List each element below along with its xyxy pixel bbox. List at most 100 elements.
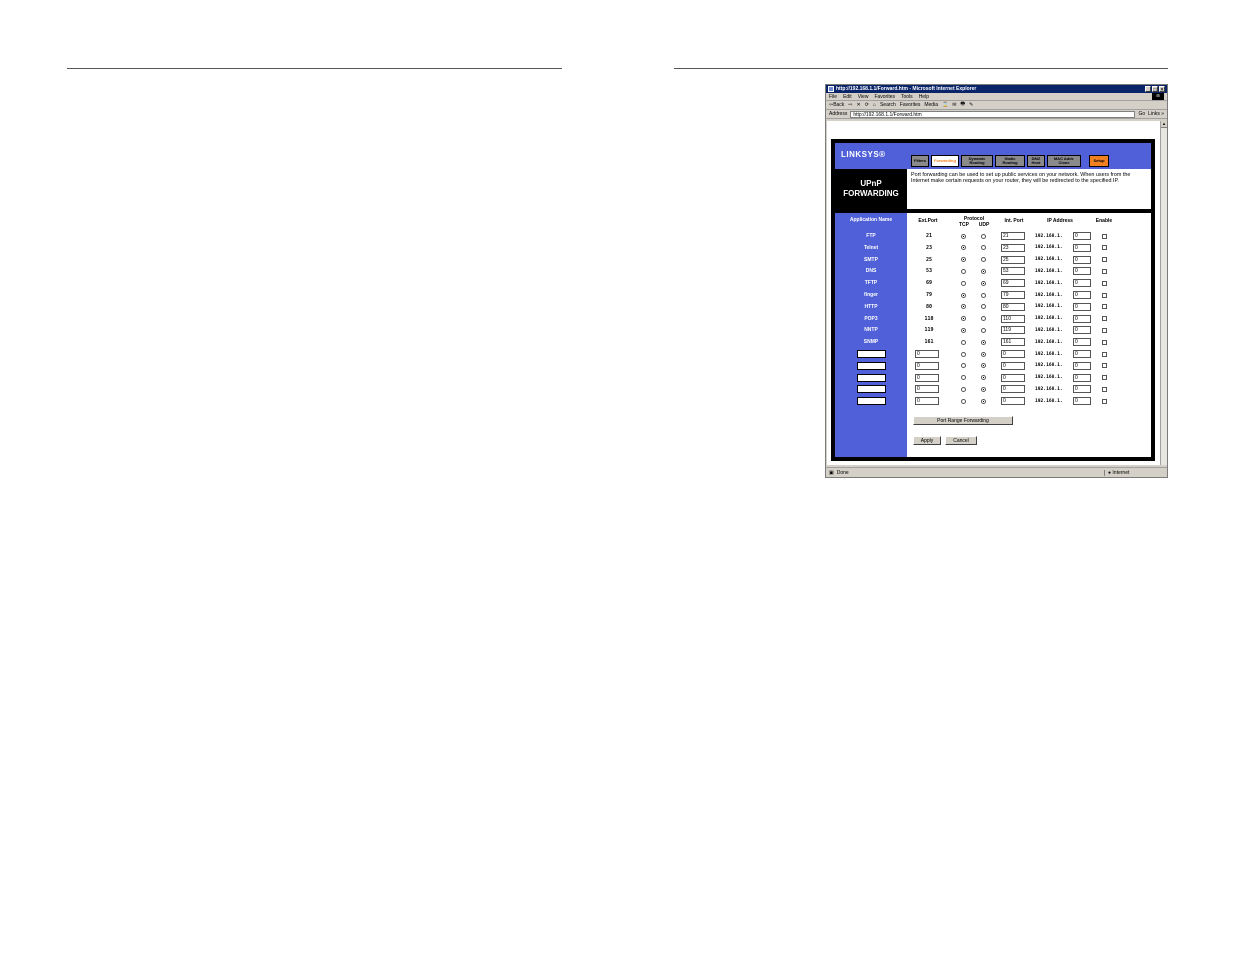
enable-checkbox[interactable]: [1102, 386, 1107, 392]
enable-checkbox[interactable]: [1102, 233, 1107, 239]
tcp-radio[interactable]: [961, 233, 966, 239]
int-port-input[interactable]: 119: [1001, 326, 1025, 335]
ip-last-octet-input[interactable]: 0: [1073, 361, 1091, 370]
udp-radio[interactable]: [981, 316, 986, 322]
tcp-radio[interactable]: [961, 398, 966, 404]
vertical-scrollbar[interactable]: ▲: [1160, 121, 1167, 465]
app-name-input[interactable]: [857, 373, 886, 382]
app-name-input[interactable]: [857, 350, 886, 358]
menu-edit[interactable]: Edit: [843, 94, 852, 100]
minimize-icon[interactable]: _: [1145, 86, 1151, 93]
ip-last-octet-input[interactable]: 0: [1073, 397, 1091, 406]
tcp-radio[interactable]: [961, 280, 966, 286]
tcp-radio[interactable]: [961, 304, 966, 310]
ext-port-input[interactable]: 0: [915, 373, 939, 382]
app-name-input[interactable]: [857, 397, 886, 406]
udp-radio[interactable]: [981, 363, 986, 369]
enable-checkbox[interactable]: [1102, 257, 1107, 263]
ip-last-octet-input[interactable]: 0: [1073, 255, 1091, 264]
tcp-radio[interactable]: [961, 245, 966, 251]
favorites-button[interactable]: Favorites: [900, 102, 921, 108]
int-port-input[interactable]: 80: [1001, 302, 1025, 311]
int-port-input[interactable]: 0: [1001, 397, 1025, 406]
ip-last-octet-input[interactable]: 0: [1073, 302, 1091, 311]
mail-icon[interactable]: ✉: [952, 102, 956, 108]
udp-radio[interactable]: [981, 398, 986, 404]
ip-last-octet-input[interactable]: 0: [1073, 243, 1091, 252]
udp-radio[interactable]: [981, 351, 986, 357]
menu-help[interactable]: Help: [919, 94, 929, 100]
search-button[interactable]: Search: [880, 102, 896, 108]
tab-setup[interactable]: Setup: [1089, 155, 1109, 167]
maximize-icon[interactable]: □: [1152, 86, 1158, 93]
cancel-button[interactable]: Cancel: [945, 436, 977, 445]
tab-filters[interactable]: Filters: [911, 155, 929, 167]
enable-checkbox[interactable]: [1102, 339, 1107, 345]
int-port-input[interactable]: 21: [1001, 232, 1025, 240]
menu-favorites[interactable]: Favorites: [874, 94, 895, 100]
udp-radio[interactable]: [981, 257, 986, 263]
ext-port-input[interactable]: 0: [915, 361, 939, 370]
udp-radio[interactable]: [981, 268, 986, 274]
ip-last-octet-input[interactable]: 0: [1073, 279, 1091, 288]
tab-dmz-host[interactable]: DMZ Host: [1027, 155, 1045, 167]
int-port-input[interactable]: 0: [1001, 361, 1025, 370]
ip-last-octet-input[interactable]: 0: [1073, 267, 1091, 276]
int-port-input[interactable]: 69: [1001, 279, 1025, 288]
tcp-radio[interactable]: [961, 351, 966, 357]
int-port-input[interactable]: 0: [1001, 350, 1025, 358]
enable-checkbox[interactable]: [1102, 327, 1107, 333]
enable-checkbox[interactable]: [1102, 351, 1107, 357]
go-button[interactable]: Go: [1138, 111, 1145, 117]
enable-checkbox[interactable]: [1102, 375, 1107, 381]
ip-last-octet-input[interactable]: 0: [1073, 291, 1091, 299]
udp-radio[interactable]: [981, 245, 986, 251]
print-icon[interactable]: 🖶: [960, 101, 965, 109]
forward-button[interactable]: ⇨: [848, 102, 852, 108]
ext-port-input[interactable]: 0: [915, 397, 939, 406]
links-button[interactable]: Links »: [1148, 111, 1164, 117]
tcp-radio[interactable]: [961, 316, 966, 322]
int-port-input[interactable]: 110: [1001, 314, 1025, 323]
udp-radio[interactable]: [981, 327, 986, 333]
ext-port-input[interactable]: 0: [915, 350, 939, 358]
ip-last-octet-input[interactable]: 0: [1073, 326, 1091, 335]
menu-file[interactable]: File: [829, 94, 837, 100]
tcp-radio[interactable]: [961, 327, 966, 333]
stop-icon[interactable]: ✕: [857, 102, 861, 108]
ip-last-octet-input[interactable]: 0: [1073, 373, 1091, 382]
ip-last-octet-input[interactable]: 0: [1073, 232, 1091, 240]
app-name-input[interactable]: [857, 361, 886, 370]
enable-checkbox[interactable]: [1102, 280, 1107, 286]
tab-static-routing[interactable]: Static Routing: [995, 155, 1025, 167]
tcp-radio[interactable]: [961, 375, 966, 381]
enable-checkbox[interactable]: [1102, 292, 1107, 298]
enable-checkbox[interactable]: [1102, 304, 1107, 310]
tcp-radio[interactable]: [961, 292, 966, 298]
enable-checkbox[interactable]: [1102, 363, 1107, 369]
media-button[interactable]: Media: [924, 102, 938, 108]
enable-checkbox[interactable]: [1102, 398, 1107, 404]
udp-radio[interactable]: [981, 304, 986, 310]
edit-icon[interactable]: ✎: [969, 102, 973, 108]
tab-mac-addr-clone[interactable]: MAC Addr. Clone: [1047, 155, 1081, 167]
ext-port-input[interactable]: 0: [915, 385, 939, 394]
udp-radio[interactable]: [981, 339, 986, 345]
int-port-input[interactable]: 0: [1001, 385, 1025, 394]
tcp-radio[interactable]: [961, 386, 966, 392]
tab-dynamic-routing[interactable]: Dynamic Routing: [961, 155, 993, 167]
int-port-input[interactable]: 53: [1001, 267, 1025, 276]
udp-radio[interactable]: [981, 386, 986, 392]
address-input[interactable]: http://192.168.1.1/Forward.htm: [850, 110, 1136, 118]
back-button[interactable]: ⇦Back: [829, 102, 844, 108]
ip-last-octet-input[interactable]: 0: [1073, 338, 1091, 347]
refresh-icon[interactable]: ⟳: [865, 102, 869, 108]
home-icon[interactable]: ⌂: [873, 102, 876, 108]
close-icon[interactable]: ×: [1159, 86, 1165, 93]
int-port-input[interactable]: 79: [1001, 291, 1025, 299]
enable-checkbox[interactable]: [1102, 268, 1107, 274]
tab-forwarding[interactable]: Forwarding: [931, 155, 959, 167]
ip-last-octet-input[interactable]: 0: [1073, 314, 1091, 323]
apply-button[interactable]: Apply: [913, 436, 941, 445]
ip-last-octet-input[interactable]: 0: [1073, 385, 1091, 394]
